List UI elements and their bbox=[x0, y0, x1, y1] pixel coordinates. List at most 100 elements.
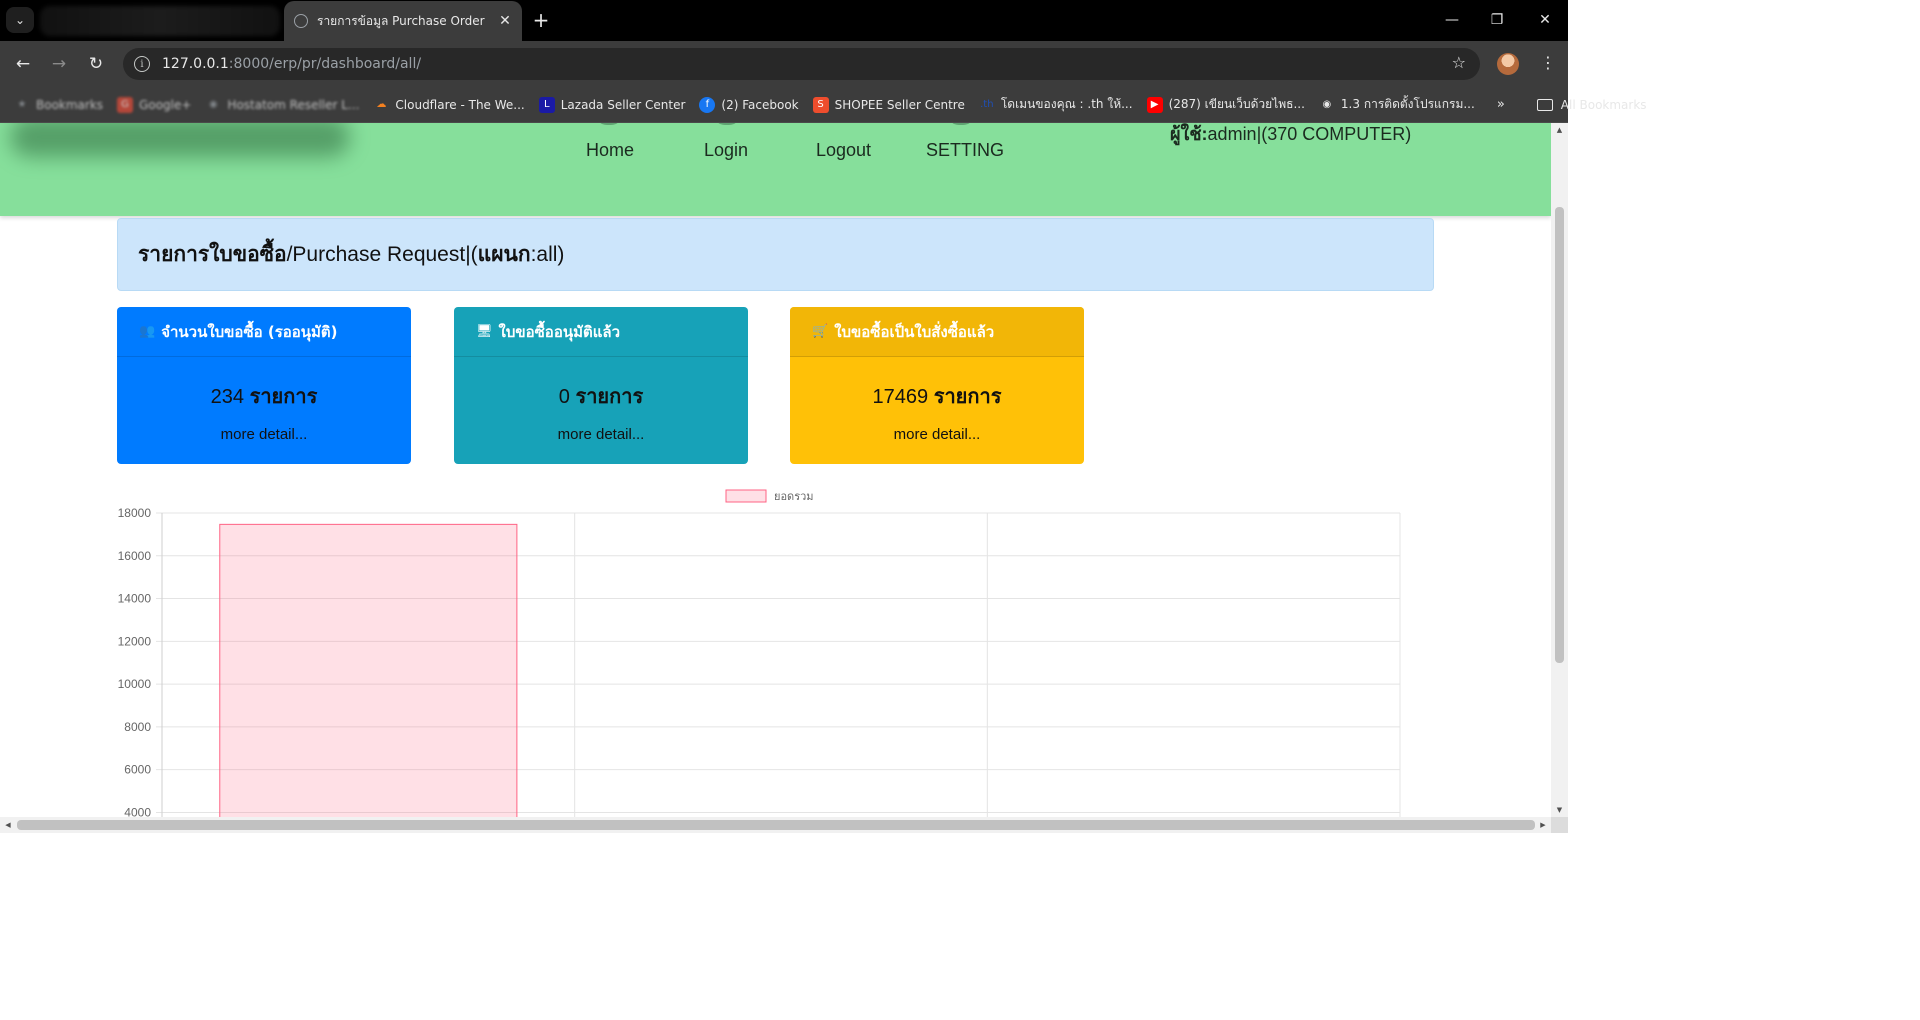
converted-orders-card: 🛒 ใบขอซื้อเป็นใบสั่งซื้อแล้ว 17469 รายการ… bbox=[790, 307, 1084, 464]
new-tab-button[interactable]: + bbox=[529, 8, 553, 32]
url-path: :8000/erp/pr/dashboard/all/ bbox=[228, 56, 422, 72]
scroll-left-icon[interactable]: ◀ bbox=[0, 817, 16, 833]
nav-home-link[interactable]: Home bbox=[586, 140, 634, 161]
url-text[interactable]: 127.0.0.1:8000/erp/pr/dashboard/all/ bbox=[162, 56, 421, 72]
user-name: admin|(370 COMPUTER) bbox=[1207, 124, 1412, 144]
approved-requests-card: 🖥 ใบขอซื้ออนุมัติแล้ว 0 รายการ more detai… bbox=[454, 307, 748, 464]
y-tick-label: 10000 bbox=[118, 677, 152, 691]
card-header: 🛒 ใบขอซื้อเป็นใบสั่งซื้อแล้ว bbox=[790, 307, 1084, 357]
scroll-up-icon[interactable]: ▲ bbox=[1551, 123, 1568, 137]
user-label: ผู้ใช้: bbox=[1170, 124, 1208, 144]
address-bar[interactable]: i 127.0.0.1:8000/erp/pr/dashboard/all/ ☆ bbox=[123, 48, 1480, 80]
close-icon[interactable]: ✕ bbox=[494, 10, 516, 32]
bookmark-item[interactable]: .th โดเมนของคุณ : .th ให้... bbox=[979, 95, 1133, 114]
bookmark-label: Google+ bbox=[139, 97, 192, 112]
arrow-right-icon: → bbox=[51, 54, 67, 74]
vertical-scroll-thumb[interactable] bbox=[1555, 207, 1564, 663]
nav-setting-link[interactable]: SETTING bbox=[926, 140, 1004, 161]
bookmark-item[interactable]: ◉ 1.3 การติดตั้งโปรแกรม... bbox=[1319, 95, 1475, 114]
y-tick-label: 14000 bbox=[118, 592, 152, 606]
reload-icon: ↻ bbox=[88, 54, 104, 74]
horizontal-scroll-thumb[interactable] bbox=[17, 820, 1535, 830]
bookmark-item[interactable]: G Google+ bbox=[117, 96, 192, 113]
site-logo bbox=[10, 123, 350, 157]
star-icon: ★ bbox=[17, 99, 27, 110]
y-tick-label: 18000 bbox=[118, 506, 152, 520]
bookmark-label: (2) Facebook bbox=[721, 97, 799, 112]
bookmark-label: 1.3 การติดตั้งโปรแกรม... bbox=[1340, 97, 1475, 111]
users-icon: 👥 bbox=[139, 324, 156, 339]
globe-icon: ◉ bbox=[1322, 99, 1332, 110]
bookmark-label: โดเมนของคุณ : .th ให้... bbox=[1000, 97, 1133, 111]
horizontal-scrollbar[interactable]: ◀ ▶ bbox=[0, 817, 1551, 833]
y-tick-label: 8000 bbox=[124, 720, 151, 734]
pending-requests-card: 👥 จำนวนใบขอซื้อ (รออนุมัติ) 234 รายการ mo… bbox=[117, 307, 411, 464]
y-tick-label: 12000 bbox=[118, 634, 152, 648]
card-title: จำนวนใบขอซื้อ (รออนุมัติ) bbox=[161, 322, 338, 341]
google-plus-icon: G bbox=[117, 96, 134, 113]
bookmark-item[interactable]: f (2) Facebook bbox=[699, 96, 799, 113]
bookmark-item[interactable]: ▶ (287) เขียนเว็บด้วยไพธ... bbox=[1146, 95, 1305, 114]
page-title-english: /Purchase Request|( bbox=[286, 242, 478, 266]
browser-toolbar: ← → ↻ i 127.0.0.1:8000/erp/pr/dashboard/… bbox=[0, 41, 1568, 87]
bookmark-star-icon[interactable]: ☆ bbox=[1452, 53, 1466, 72]
cloudflare-icon: ☁ bbox=[376, 99, 387, 110]
card-count: 0 รายการ bbox=[454, 380, 748, 412]
bookmark-item[interactable]: ☁ Cloudflare - The We... bbox=[373, 97, 524, 113]
nav-logout-link[interactable]: Logout bbox=[816, 140, 871, 161]
all-bookmarks-button[interactable]: All Bookmarks bbox=[1536, 98, 1647, 112]
window-close-button[interactable]: ✕ bbox=[1530, 6, 1560, 34]
y-tick-label: 16000 bbox=[118, 549, 152, 563]
more-detail-link[interactable]: more detail... bbox=[790, 426, 1084, 443]
back-button[interactable]: ← bbox=[10, 51, 36, 77]
scroll-right-icon[interactable]: ▶ bbox=[1535, 817, 1551, 833]
card-header: 👥 จำนวนใบขอซื้อ (รออนุมัติ) bbox=[117, 307, 411, 357]
url-host: 127.0.0.1 bbox=[162, 56, 229, 72]
bookmark-label: Bookmarks bbox=[36, 97, 104, 112]
card-title: ใบขอซื้อเป็นใบสั่งซื้อแล้ว bbox=[834, 322, 995, 341]
forward-button[interactable]: → bbox=[46, 51, 72, 77]
restore-button[interactable]: ❐ bbox=[1482, 6, 1512, 34]
minimize-button[interactable]: — bbox=[1437, 6, 1467, 34]
bookmark-item[interactable]: ◉ Hostatom Reseller L... bbox=[205, 97, 359, 113]
more-detail-link[interactable]: more detail... bbox=[454, 426, 748, 443]
monitor-icon: 🖥 bbox=[476, 324, 493, 339]
bookmark-label: Lazada Seller Center bbox=[560, 97, 686, 112]
tab-inactive[interactable] bbox=[40, 6, 280, 36]
y-tick-label: 6000 bbox=[124, 763, 151, 777]
card-count: 17469 รายการ bbox=[790, 380, 1084, 412]
current-user: ผู้ใช้:admin|(370 COMPUTER) bbox=[1170, 123, 1411, 148]
nav-login-link[interactable]: Login bbox=[704, 140, 748, 161]
bookmark-item[interactable]: S SHOPEE Seller Centre bbox=[812, 96, 965, 113]
count-unit: รายการ bbox=[575, 386, 644, 408]
page-title-thai: รายการใบขอซื้อ bbox=[138, 243, 287, 266]
bookmark-item[interactable]: ★ Bookmarks bbox=[14, 97, 104, 113]
tab-search-button[interactable]: ⌄ bbox=[6, 7, 34, 33]
card-count: 234 รายการ bbox=[117, 380, 411, 412]
reload-button[interactable]: ↻ bbox=[83, 51, 109, 77]
chevron-down-icon: ⌄ bbox=[14, 13, 26, 27]
cart-icon: 🛒 bbox=[812, 324, 829, 339]
bookmarks-overflow-button[interactable]: » bbox=[1497, 97, 1505, 112]
card-header: 🖥 ใบขอซื้ออนุมัติแล้ว bbox=[454, 307, 748, 357]
bookmarks-bar: ★ Bookmarks G Google+ ◉ Hostatom Reseller L..… bbox=[0, 87, 1647, 123]
kebab-menu-icon[interactable]: ⋮ bbox=[1540, 53, 1556, 72]
arrow-left-icon: ← bbox=[15, 54, 31, 74]
tab-title: รายการข้อมูล Purchase Order bbox=[317, 13, 485, 28]
tab-active[interactable]: รายการข้อมูล Purchase Order ✕ bbox=[284, 1, 522, 41]
bookmark-item[interactable]: L Lazada Seller Center bbox=[538, 96, 686, 113]
bookmark-label: Cloudflare - The We... bbox=[395, 97, 525, 112]
y-tick-label: 4000 bbox=[124, 805, 151, 817]
vertical-scrollbar[interactable]: ▲ ▼ bbox=[1551, 123, 1568, 817]
bookmark-label: SHOPEE Seller Centre bbox=[834, 97, 965, 112]
site-info-icon[interactable]: i bbox=[134, 56, 150, 72]
login-nav-icon bbox=[713, 123, 741, 125]
scroll-down-icon[interactable]: ▼ bbox=[1551, 803, 1568, 817]
profile-avatar[interactable] bbox=[1497, 53, 1519, 75]
tab-strip: ⌄ รายการข้อมูล Purchase Order ✕ + — ❐ ✕ bbox=[0, 0, 1568, 41]
more-detail-link[interactable]: more detail... bbox=[117, 426, 411, 443]
page-viewport: Home Login Logout SETTING ผู้ใช้:admin|(… bbox=[0, 123, 1551, 817]
department-label: แผนก bbox=[477, 243, 531, 266]
legend-label: ยอดรวม bbox=[774, 491, 814, 503]
lazada-icon: L bbox=[538, 96, 555, 113]
